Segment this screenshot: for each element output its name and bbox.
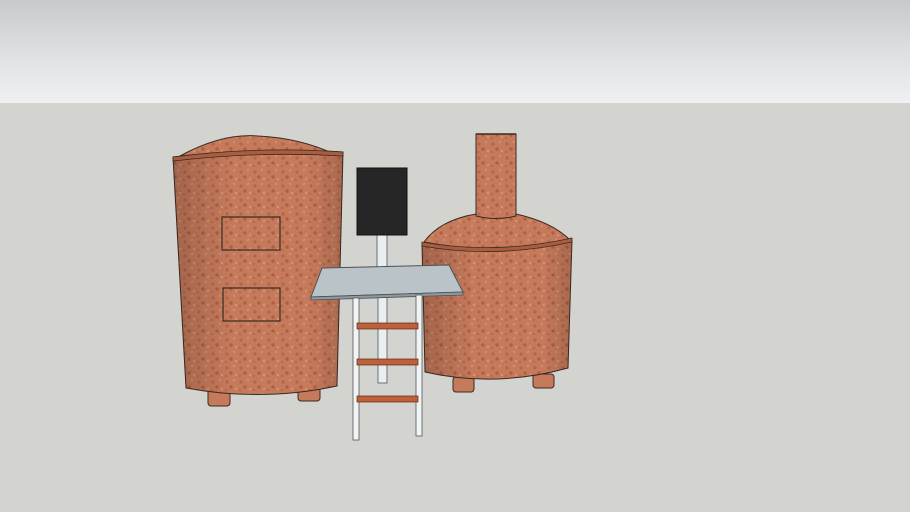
vent-stack (475, 133, 517, 219)
left-vessel[interactable] (172, 135, 344, 407)
right-vessel-leg (532, 373, 555, 389)
control-panel[interactable] (356, 167, 408, 273)
right-vessel-leg (452, 376, 475, 393)
platform-top (310, 264, 464, 298)
ladder-rung (356, 358, 419, 366)
ladder-rail-left (352, 297, 360, 441)
ladder-rail-right (415, 294, 423, 437)
ladder-rung (356, 395, 419, 403)
right-vessel[interactable] (421, 133, 573, 393)
platform-post (377, 295, 388, 384)
brewhouse-model[interactable] (0, 0, 910, 512)
ladder[interactable] (352, 294, 423, 441)
sketchup-viewport[interactable] (0, 0, 910, 512)
ladder-rung (356, 322, 419, 330)
panel-screen (356, 167, 408, 236)
